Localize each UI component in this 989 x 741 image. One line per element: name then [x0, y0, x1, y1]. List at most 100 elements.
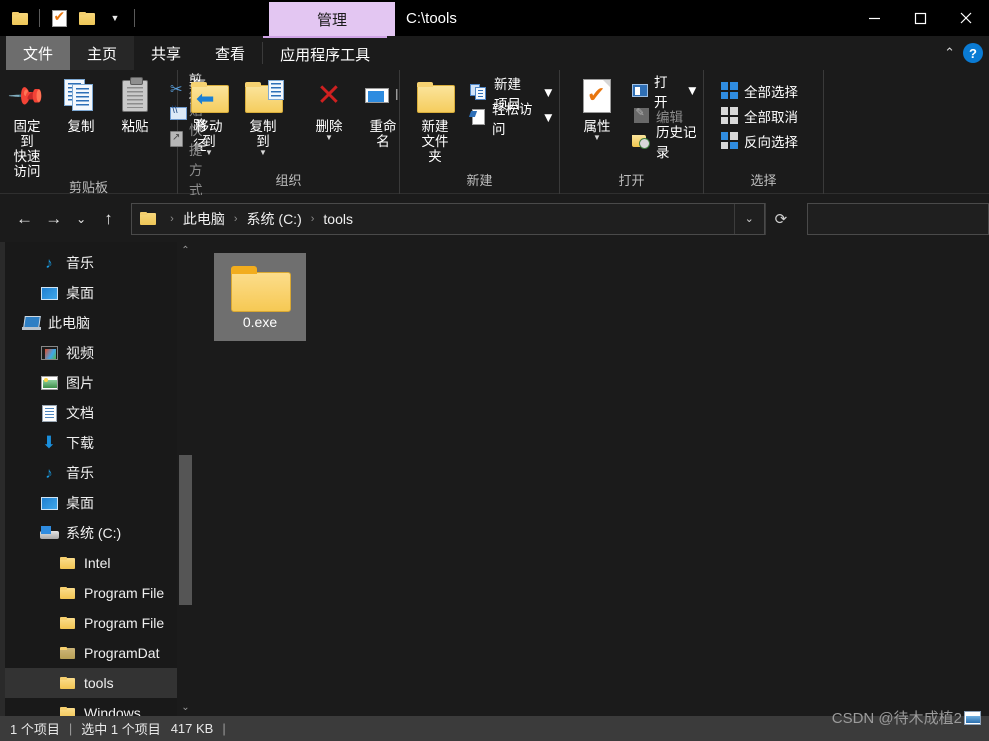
history-button[interactable]: 历史记录: [628, 125, 703, 160]
address-dropdown-button[interactable]: ⌄: [733, 203, 764, 234]
delete-button[interactable]: ✕ 删除 ▼: [302, 76, 356, 142]
folder-icon: [56, 706, 78, 716]
ribbon-right-controls: ⌃ ?: [944, 36, 983, 70]
easy-access-dropdown-icon[interactable]: ▼: [542, 110, 555, 125]
search-input[interactable]: [816, 211, 989, 226]
invert-select-button[interactable]: 反向选择: [716, 130, 802, 151]
qat-customize-button[interactable]: ▼: [101, 5, 129, 31]
properties-dropdown-icon[interactable]: ▼: [593, 134, 601, 142]
nav-item-tools-14[interactable]: tools: [0, 668, 177, 698]
nav-item---5[interactable]: 文档: [0, 398, 177, 428]
tab-view-label: 查看: [215, 45, 246, 63]
delete-dropdown-icon[interactable]: ▼: [325, 134, 333, 142]
contextual-tab-manage[interactable]: 管理: [269, 2, 395, 36]
nav-item-label: 桌面: [66, 285, 94, 301]
file-item-0-exe[interactable]: 0.exe: [214, 253, 306, 341]
ribbon-group-select: 全部选择 全部取消 反向选择 选择: [704, 70, 824, 194]
scroll-up-arrow-icon[interactable]: ⌃: [177, 242, 194, 259]
folder-icon: [56, 586, 78, 600]
move-to-button[interactable]: ⬅ 移动到 ▼: [182, 76, 236, 157]
minimize-button[interactable]: [851, 0, 897, 36]
new-folder-icon: [79, 11, 95, 25]
desktop-icon: [38, 496, 60, 510]
new-folder-label-line1: 新建: [421, 119, 449, 134]
breadcrumb-item-tools[interactable]: tools: [320, 211, 356, 227]
close-button[interactable]: [943, 0, 989, 36]
address-bar[interactable]: › 此电脑 › 系统 (C:) › tools ⌄: [131, 202, 765, 235]
nav-item---4[interactable]: 图片: [0, 368, 177, 398]
downloads-icon: ⬇: [41, 433, 57, 452]
breadcrumb-item-this-pc[interactable]: 此电脑: [180, 209, 228, 229]
breadcrumb-item-system-c[interactable]: 系统 (C:): [244, 209, 305, 229]
properties-button[interactable]: 属性 ▼: [570, 76, 624, 142]
nav-item-programdat-13[interactable]: ProgramDat: [0, 638, 177, 668]
help-icon[interactable]: ?: [963, 43, 983, 63]
copy-to-button[interactable]: 复制到 ▼: [236, 76, 290, 157]
qat-properties-button[interactable]: [45, 5, 73, 31]
maximize-button[interactable]: [897, 0, 943, 36]
copy-to-label: 复制到: [249, 119, 277, 149]
move-to-icon: ⬅: [191, 76, 229, 116]
select-all-button[interactable]: 全部选择: [716, 80, 802, 101]
nav-item--c--9[interactable]: 系统 (C:): [0, 518, 177, 548]
tab-share[interactable]: 共享: [134, 36, 198, 70]
ribbon-group-organize: ⬅ 移动到 ▼ 复制到 ▼ ✕ 删除 ▼ I 重命名 组织: [178, 70, 400, 194]
chevron-down-icon: ⌄: [744, 213, 754, 225]
tab-view[interactable]: 查看: [198, 36, 262, 70]
tab-home[interactable]: 主页: [70, 36, 135, 70]
tab-app-tools[interactable]: 应用程序工具: [263, 36, 388, 70]
scroll-down-arrow-icon[interactable]: ⌄: [177, 699, 194, 716]
back-button[interactable]: ←: [10, 204, 39, 234]
nav-item---8[interactable]: 桌面: [0, 488, 177, 518]
scrollbar-thumb[interactable]: [179, 455, 192, 605]
new-item-dropdown-icon[interactable]: ▼: [542, 85, 555, 100]
nav-item-label: Intel: [84, 555, 111, 571]
status-separator-1: |: [68, 721, 73, 736]
select-none-button[interactable]: 全部取消: [716, 105, 802, 126]
invert-select-label: 反向选择: [744, 134, 798, 150]
nav-item-windows-15[interactable]: Windows: [0, 698, 177, 716]
nav-item---1[interactable]: 桌面: [0, 278, 177, 308]
nav-item-intel-10[interactable]: Intel: [0, 548, 177, 578]
nav-item---6[interactable]: ⬇ 下载: [0, 428, 177, 458]
nav-item-label: Program File: [84, 615, 165, 631]
file-list-pane[interactable]: 0.exe: [194, 242, 989, 716]
status-separator-2: |: [222, 721, 226, 736]
forward-button[interactable]: →: [39, 204, 68, 234]
copy-button[interactable]: 复制: [54, 76, 108, 134]
nav-item---7[interactable]: ♪ 音乐: [0, 458, 177, 488]
copy-to-dropdown-icon[interactable]: ▼: [259, 149, 267, 157]
chevron-up-icon[interactable]: ⌃: [944, 45, 955, 61]
nav-item---3[interactable]: 视频: [0, 338, 177, 368]
folder-dim-icon: [56, 646, 78, 660]
qat-new-folder-button[interactable]: [73, 5, 101, 31]
qat-folder-button[interactable]: [6, 5, 34, 31]
watermark: CSDN @待木成植2: [832, 707, 981, 728]
copy-label: 复制: [67, 119, 95, 134]
nav-item-program-file-11[interactable]: Program File: [0, 578, 177, 608]
open-button[interactable]: 打开 ▼: [628, 75, 703, 110]
qat-divider-2: [134, 9, 135, 27]
ribbon-group-clipboard: 📌 固定到 快速访问 复制 粘贴 ✂ 剪切 \\ 复制路径 ↗ 粘贴快捷方式 剪…: [0, 70, 207, 198]
up-button[interactable]: ↑: [94, 204, 123, 234]
nav-item---2[interactable]: 此电脑: [0, 308, 177, 338]
move-to-dropdown-icon[interactable]: ▼: [205, 149, 213, 157]
title-bar: ▼ 管理 C:\tools: [0, 0, 989, 36]
open-dropdown-icon[interactable]: ▼: [686, 83, 699, 98]
nav-item---0[interactable]: ♪ 音乐: [0, 248, 177, 278]
pin-to-quick-access-button[interactable]: 📌 固定到 快速访问: [0, 76, 54, 179]
search-box[interactable]: ⌕: [807, 202, 989, 235]
easy-access-icon: [470, 109, 486, 127]
navigation-pane: ♪ 音乐 桌面 此电脑 视频 图片 文档 ⬇ 下载 ♪ 音乐 桌面 系统 (C:) Intel Progra…: [0, 242, 194, 716]
tab-file[interactable]: 文件: [6, 36, 71, 70]
paste-button[interactable]: 粘贴: [108, 76, 162, 134]
ribbon: 📌 固定到 快速访问 复制 粘贴 ✂ 剪切 \\ 复制路径 ↗ 粘贴快捷方式 剪…: [0, 70, 989, 198]
refresh-button[interactable]: ⟳: [764, 202, 796, 235]
nav-item-program-file-12[interactable]: Program File: [0, 608, 177, 638]
easy-access-button[interactable]: 轻松访问 ▼: [466, 102, 559, 137]
recent-locations-button[interactable]: ⌄: [68, 204, 93, 234]
navigation-scrollbar[interactable]: ⌃ ⌄: [177, 242, 194, 716]
music-icon: ♪: [45, 254, 53, 272]
new-folder-button[interactable]: 新建 文件夹: [408, 76, 462, 164]
nav-item-label: 系统 (C:): [66, 525, 122, 541]
